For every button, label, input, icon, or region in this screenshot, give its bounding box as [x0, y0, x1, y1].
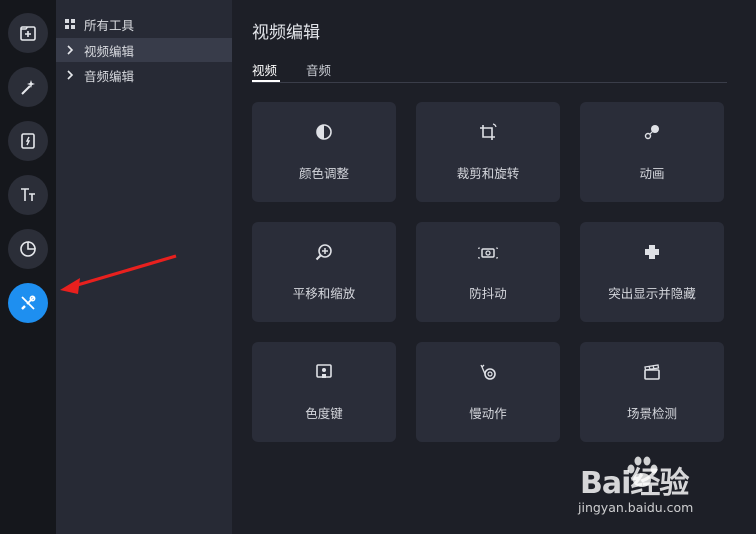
- tab-audio[interactable]: 音频: [306, 60, 331, 79]
- magic-wand-icon: [21, 80, 35, 95]
- tool-label: 慢动作: [469, 406, 507, 421]
- tree-item-video-edit[interactable]: 视频编辑: [56, 38, 232, 62]
- tool-card-pan-zoom[interactable]: 平移和缩放: [252, 222, 396, 322]
- tool-card-animation[interactable]: 动画: [580, 102, 724, 202]
- transition-icon: [21, 133, 35, 149]
- chevron-right-icon: [63, 45, 77, 55]
- slow-motion-icon: [480, 364, 496, 380]
- tool-label: 突出显示并隐藏: [608, 286, 696, 301]
- folder-add-button[interactable]: [8, 13, 48, 53]
- sticker-button[interactable]: [8, 229, 48, 269]
- folder-add-icon: [20, 26, 36, 41]
- tool-label: 动画: [639, 166, 665, 181]
- color-adjust-icon: [316, 124, 332, 140]
- page-title: 视频编辑: [252, 23, 320, 43]
- tool-card-crop-rotate[interactable]: 裁剪和旋转: [416, 102, 560, 202]
- tree-item-label: 视频编辑: [84, 43, 135, 59]
- tool-card-slow-motion[interactable]: 慢动作: [416, 342, 560, 442]
- annotation-arrow: [60, 254, 177, 294]
- tool-card-highlight-hide[interactable]: 突出显示并隐藏: [580, 222, 724, 322]
- tool-label: 防抖动: [469, 286, 507, 301]
- scene-detect-icon: [644, 364, 660, 380]
- tree-item-all-tools[interactable]: 所有工具: [56, 12, 232, 36]
- tool-card-color-adjust[interactable]: 颜色调整: [252, 102, 396, 202]
- chevron-right-icon: [63, 70, 77, 80]
- text-button[interactable]: [8, 175, 48, 215]
- active-tab-indicator: [252, 80, 280, 82]
- crop-rotate-icon: [480, 123, 497, 140]
- tool-card-chroma-key[interactable]: 色度键: [252, 342, 396, 442]
- tree-item-audio-edit[interactable]: 音频编辑: [56, 63, 232, 87]
- tree-item-label: 所有工具: [84, 17, 135, 33]
- transitions-button[interactable]: [8, 121, 48, 161]
- tool-label: 裁剪和旋转: [456, 166, 520, 181]
- tab-bar: 视频 音频: [252, 58, 727, 83]
- text-tt-icon: [21, 188, 35, 201]
- tool-label: 色度键: [305, 406, 343, 421]
- tool-label: 颜色调整: [298, 166, 349, 181]
- tool-label: 平移和缩放: [292, 286, 356, 301]
- sticker-icon: [20, 241, 36, 257]
- tools-button[interactable]: [8, 283, 48, 323]
- tool-card-stabilize[interactable]: 防抖动: [416, 222, 560, 322]
- watermark-url: jingyan.baidu.com: [578, 500, 694, 515]
- stabilize-icon: [478, 247, 498, 259]
- highlight-hide-icon: [645, 245, 659, 259]
- watermark: Bai经验 jingyan.baidu.com: [560, 448, 750, 528]
- tool-card-scene-detect[interactable]: 场景检测: [580, 342, 724, 442]
- tree-item-label: 音频编辑: [84, 68, 135, 84]
- animation-icon: [644, 125, 659, 140]
- grid-icon: [63, 19, 77, 29]
- pan-zoom-icon: [315, 244, 332, 261]
- watermark-brand: Bai经验: [580, 466, 689, 501]
- effects-button[interactable]: [8, 67, 48, 107]
- tool-label: 场景检测: [626, 406, 677, 421]
- chroma-key-icon: [316, 364, 332, 378]
- tools-icon: [21, 295, 36, 310]
- icon-rail: [0, 0, 56, 534]
- tab-video[interactable]: 视频: [252, 60, 277, 79]
